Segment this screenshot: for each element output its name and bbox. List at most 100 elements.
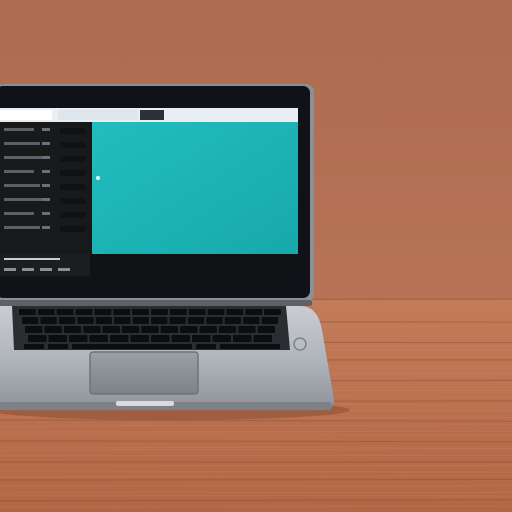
keyboard-key (233, 335, 252, 342)
keyboard-key (25, 326, 43, 333)
keyboard-key (207, 309, 225, 315)
keyboard-key (89, 335, 108, 342)
laptop-hinge (0, 300, 312, 306)
sidebar-row-value (42, 128, 50, 131)
sidebar-row-value (42, 212, 50, 215)
screen-toolbar-tab (0, 110, 52, 120)
keyboard-key (196, 344, 216, 349)
keyboard-key (56, 309, 74, 315)
screen-status-panel (0, 254, 90, 276)
keyboard-key (37, 309, 55, 315)
keyboard-key (187, 317, 205, 324)
sidebar-row-value (42, 198, 50, 201)
keyboard-key (188, 309, 206, 315)
keyboard-key (58, 317, 76, 324)
keyboard-key (113, 309, 131, 315)
status-mark (4, 268, 16, 271)
laptop-screen (0, 108, 298, 276)
status-mark (40, 268, 52, 271)
wood-grain-line (0, 478, 512, 481)
sidebar-row-value (42, 156, 50, 159)
keyboard-key (261, 317, 278, 324)
sidebar-row-label (4, 128, 34, 131)
keyboard-key (224, 317, 242, 324)
keyboard-key (48, 344, 68, 349)
keyboard-key (169, 317, 186, 324)
keyboard-key (40, 317, 57, 324)
laptop-photo (0, 0, 512, 512)
keyboard-key (114, 317, 131, 324)
keyboard-key (192, 335, 211, 342)
keyboard-key (226, 309, 244, 315)
keyboard-key (151, 309, 168, 315)
sidebar-row-value (42, 226, 50, 229)
keyboard-key (218, 326, 237, 333)
trackpad (89, 351, 199, 395)
keyboard-key (264, 309, 281, 315)
sidebar-row-block (60, 184, 86, 190)
front-notch (116, 401, 174, 406)
keyboard-key (257, 326, 275, 333)
keyboard-key (94, 309, 112, 315)
keyboard-key (110, 335, 129, 342)
sidebar-row-block (60, 170, 86, 176)
keyboard-key (69, 335, 88, 342)
wood-grain-line (0, 440, 512, 443)
keyboard-key (212, 335, 231, 342)
sidebar-row-label (4, 212, 34, 215)
sidebar-row-block (60, 226, 86, 232)
sidebar-row-value (42, 170, 50, 173)
keyboard-key (171, 335, 190, 342)
sidebar-row-value (42, 184, 50, 187)
sidebar-row-value (42, 142, 50, 145)
keyboard-key (63, 326, 82, 333)
keyboard-key (24, 344, 44, 349)
keyboard-key (238, 326, 256, 333)
keyboard-key (243, 317, 260, 324)
sidebar-row-block (60, 128, 86, 134)
keyboard-key (130, 335, 149, 342)
sidebar-row-block (60, 142, 86, 148)
keyboard-key (44, 326, 62, 333)
keyboard-key (48, 335, 67, 342)
sidebar-row-label (4, 226, 40, 229)
sidebar-row-block (60, 198, 86, 204)
sidebar-row-label (4, 142, 40, 145)
keyboard-key (160, 326, 179, 333)
status-mark (58, 268, 70, 271)
screen-toolbar-button (140, 110, 164, 120)
keyboard-key (151, 317, 168, 324)
screen-toolbar-address (58, 110, 138, 120)
photo-scene (0, 0, 512, 512)
sidebar-row-label (4, 170, 34, 173)
keyboard-key (253, 335, 272, 342)
keyboard-key (206, 317, 223, 324)
keyboard-key (95, 317, 113, 324)
keyboard-key (83, 326, 101, 333)
keyboard-key (121, 326, 140, 333)
power-button (293, 337, 307, 351)
keyboard-spacebar (72, 344, 192, 349)
keyboard-key (19, 309, 36, 315)
keyboard-key (75, 309, 93, 315)
keyboard-key (28, 335, 47, 342)
keyboard-key (169, 309, 187, 315)
sidebar-row-label (4, 184, 40, 187)
keyboard-key (151, 335, 170, 342)
keyboard-key (102, 326, 120, 333)
keyboard-key (245, 309, 263, 315)
keyboard-key (180, 326, 198, 333)
keyboard-key (132, 317, 149, 324)
sidebar-row-label (4, 198, 46, 201)
sidebar-row-label (4, 156, 46, 159)
status-mark (22, 268, 34, 271)
sidebar-row-block (60, 212, 86, 218)
screen-cursor (96, 176, 100, 180)
keyboard-key (141, 326, 159, 333)
keyboard-arrow-keys (220, 344, 280, 349)
keyboard-key (22, 317, 39, 324)
screen-bottom-bar (92, 256, 298, 274)
status-line (4, 258, 60, 260)
keyboard-key (199, 326, 217, 333)
screen-main-area (92, 122, 298, 254)
